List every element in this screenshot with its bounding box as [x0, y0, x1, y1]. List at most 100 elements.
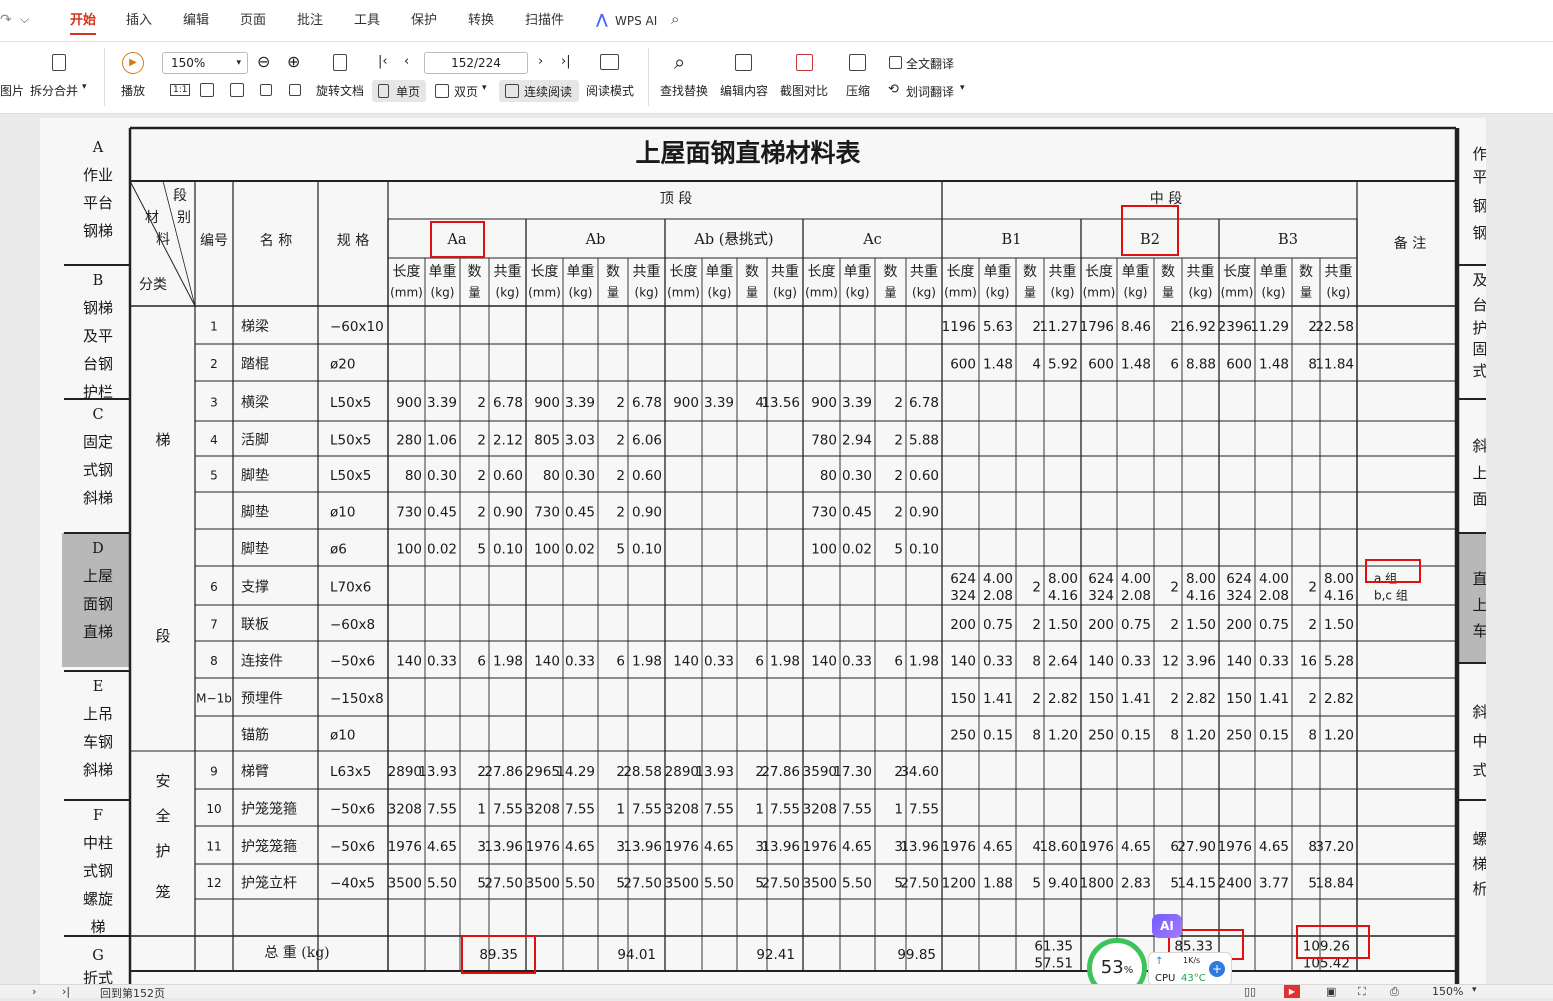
fit-width-icon[interactable] [230, 83, 244, 97]
table-cell: 1.98 [909, 654, 939, 670]
table-cell: 2.82 [1324, 691, 1354, 707]
table-cell: 324 [950, 588, 976, 604]
edit-content-button[interactable]: 编辑内容 [720, 82, 768, 99]
table-cell: 7.55 [427, 802, 457, 818]
continuous-read-button[interactable]: 连续阅读 [524, 83, 572, 100]
picture-label[interactable]: 图片 [0, 82, 24, 99]
side-nav-text: 直梯 [83, 623, 113, 641]
back-to-page-link[interactable]: 回到第152页 [100, 985, 165, 1001]
last-page-icon[interactable]: ›| [62, 985, 70, 998]
chevron-down-icon[interactable]: ▾ [82, 82, 87, 92]
table-cell: 4.00 [1121, 571, 1151, 587]
ai-badge[interactable]: AI [1152, 914, 1182, 938]
tab-edit[interactable]: 编辑 [183, 0, 209, 42]
side-nav-text: 台钢 [83, 355, 113, 373]
table-cell: 7.55 [632, 802, 662, 818]
rotate-document-button[interactable]: 旋转文档 [316, 82, 364, 99]
table-cell: 0.90 [632, 505, 662, 521]
side-nav-text: 式钢 [83, 461, 113, 479]
table-cell: 18.84 [1315, 876, 1354, 892]
table-cell: 100 [534, 542, 560, 558]
row-number: 2 [210, 357, 218, 371]
table-cell: 0.75 [1259, 617, 1289, 633]
tab-comment[interactable]: 批注 [297, 0, 323, 42]
tab-protect[interactable]: 保护 [411, 0, 437, 42]
tab-scan[interactable]: 扫描件 [525, 0, 564, 42]
zoom-out-icon[interactable]: ⊖ [257, 52, 270, 71]
table-cell: 0.02 [842, 542, 872, 558]
table-cell: 80 [820, 468, 837, 484]
side-nav-text: 螺 [1472, 830, 1486, 848]
table-cell: 5 [894, 542, 903, 558]
view-mode-icon[interactable]: ▯▯ [1244, 985, 1256, 998]
table-cell: 8 [1032, 654, 1041, 670]
side-nav-text: 上 [1472, 596, 1486, 614]
table-cell: 0.02 [565, 542, 595, 558]
subheader-label: 共重 [1049, 264, 1077, 280]
fit-page-icon[interactable] [200, 83, 214, 97]
subheader-label: 数 [1161, 264, 1175, 280]
table-cell: 2 [616, 505, 625, 521]
zoom-level[interactable]: 150% [1432, 985, 1463, 998]
search-icon[interactable]: ⌕ [671, 10, 679, 28]
next-page-icon[interactable]: › [32, 985, 36, 998]
word-translate-button[interactable]: 划词翻译 [906, 83, 954, 100]
rotate-right-icon[interactable] [289, 84, 301, 96]
first-page-icon[interactable]: |‹ [378, 54, 388, 69]
row-spec: −50x6 [330, 839, 375, 855]
subheader-label: (mm) [528, 286, 561, 300]
page-number-input[interactable]: 152/224 [424, 52, 528, 74]
table-cell: 4.65 [1121, 839, 1151, 855]
tab-page[interactable]: 页面 [240, 0, 266, 42]
table-cell: 0.30 [565, 468, 595, 484]
redo-icon[interactable]: ↷ [0, 12, 12, 28]
chevron-down-icon[interactable]: ⌵ [20, 12, 29, 27]
tab-tools[interactable]: 工具 [354, 0, 380, 42]
full-translate-button[interactable]: 全文翻译 [906, 55, 954, 72]
table-cell: 0.45 [565, 505, 595, 521]
prev-page-icon[interactable]: ‹ [404, 54, 409, 69]
tab-wps-ai[interactable]: WPS AI [615, 0, 657, 42]
chevron-down-icon[interactable]: ▾ [960, 83, 965, 93]
chevron-down-icon[interactable]: ▾ [1472, 985, 1477, 995]
zoom-select[interactable]: 150% ▾ [162, 52, 248, 74]
split-merge-button[interactable]: 拆分合并 [30, 82, 78, 99]
screenshot-compare-button[interactable]: 截图对比 [780, 82, 828, 99]
document-viewport[interactable]: A 作业 平台 钢梯 B 钢梯 及平 台钢 护栏 C 固定 式钢 斜梯 D 上屋 面钢 直梯 E 上吊 车钢 斜梯 F 中柱… [0, 114, 1553, 984]
table-cell: 0.15 [1121, 728, 1151, 744]
actual-size-icon[interactable]: 1:1 [170, 84, 191, 96]
subheader-label: 单重 [429, 264, 457, 280]
next-page-icon[interactable]: › [538, 54, 543, 69]
last-page-icon[interactable]: ›| [561, 54, 571, 69]
tab-insert[interactable]: 插入 [126, 0, 152, 42]
chevron-down-icon[interactable]: ▾ [482, 83, 487, 93]
table-cell: 140 [811, 654, 837, 670]
play-icon: ▶ [122, 52, 144, 74]
tab-convert[interactable]: 转换 [468, 0, 494, 42]
screenshot-icon[interactable]: ⎙ [1390, 985, 1399, 999]
double-page-button[interactable]: 双页 [454, 83, 478, 100]
table-cell: 0.30 [427, 468, 457, 484]
side-nav-text: 直 [1472, 570, 1486, 588]
play-icon[interactable]: ▶ [1284, 985, 1300, 998]
find-replace-button[interactable]: 查找替换 [660, 82, 708, 99]
side-nav-text: 析 [1472, 880, 1486, 898]
side-nav-letter: E [93, 679, 104, 695]
add-icon[interactable]: + [1209, 961, 1225, 977]
subheader-label: (mm) [1221, 286, 1254, 300]
side-nav-text: 车钢 [83, 733, 113, 751]
single-page-button[interactable]: 单页 [396, 83, 420, 100]
tab-home[interactable]: 开始 [70, 0, 97, 42]
category-label: 全 [155, 807, 170, 825]
fullscreen-icon[interactable]: ⛶ [1358, 985, 1366, 999]
subheader-label: 共重 [633, 264, 661, 280]
fit-page-icon[interactable]: ▣ [1326, 985, 1336, 998]
play-button[interactable]: 播放 [121, 82, 145, 99]
rotate-left-icon[interactable] [260, 84, 272, 96]
compress-button[interactable]: 压缩 [846, 82, 870, 99]
read-mode-button[interactable]: 阅读模式 [586, 82, 634, 99]
read-mode-icon [600, 54, 619, 70]
zoom-in-icon[interactable]: ⊕ [287, 52, 300, 71]
table-cell: 200 [950, 617, 976, 633]
table-cell: 6 [1170, 357, 1179, 373]
